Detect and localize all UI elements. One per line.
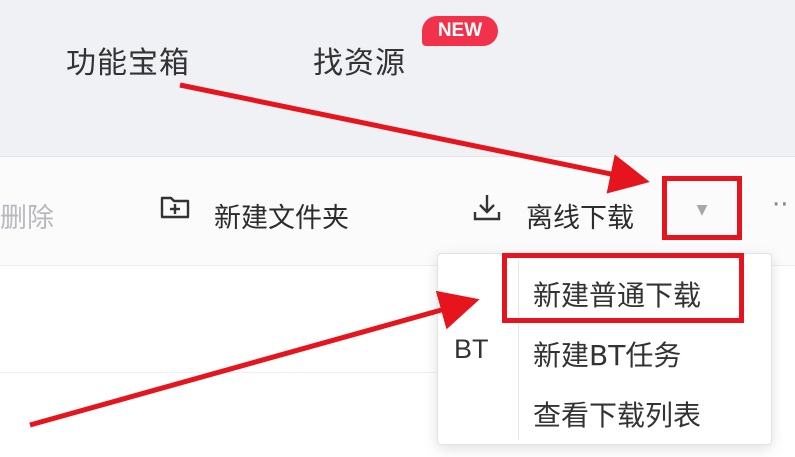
highlight-box-menu-item <box>502 253 744 323</box>
nav-item-toolbox[interactable]: 功能宝箱 <box>66 38 190 82</box>
highlight-box-caret <box>662 176 742 240</box>
delete-button[interactable]: 删除 <box>0 196 54 235</box>
more-icon[interactable]: ·· <box>772 190 789 220</box>
download-icon <box>473 195 501 221</box>
top-nav-bar: 功能宝箱 找资源 NEW <box>0 0 795 157</box>
new-folder-button[interactable]: 新建文件夹 <box>214 196 349 235</box>
new-badge: NEW <box>422 16 498 46</box>
menu-item-view-download-list[interactable]: 查看下载列表 <box>533 394 701 434</box>
offline-download-button[interactable]: 离线下载 <box>526 196 634 235</box>
new-folder-icon <box>160 196 190 219</box>
bt-prefix-label: BT <box>454 334 489 364</box>
nav-item-find-resources[interactable]: 找资源 <box>313 38 406 82</box>
list-divider <box>0 372 440 373</box>
menu-item-new-bt-task[interactable]: 新建BT任务 <box>533 334 681 374</box>
arrow-to-menu-item <box>29 290 480 428</box>
